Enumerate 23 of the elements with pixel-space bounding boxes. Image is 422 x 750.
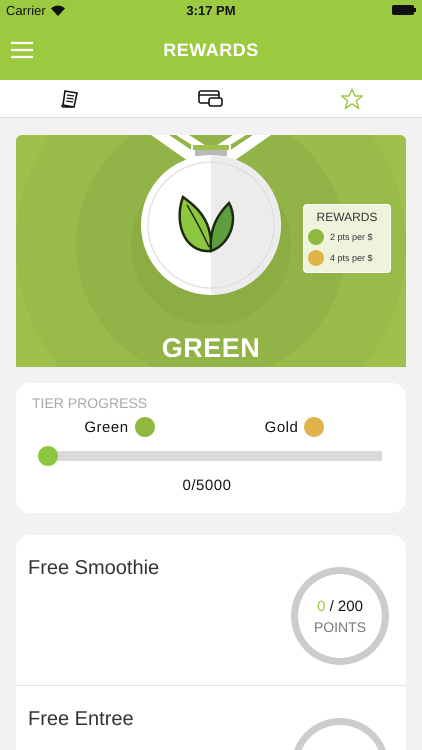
legend-title: REWARDS xyxy=(316,210,378,224)
legend-text: 2 pts per $ xyxy=(330,232,373,242)
cards-icon xyxy=(198,90,224,108)
reward-row[interactable]: Free Smoothie 0 / 200 POINTS xyxy=(16,535,406,686)
legend-text: 4 pts per $ xyxy=(330,253,373,263)
tier-name: GREEN xyxy=(162,333,260,364)
page-title: REWARDS xyxy=(162,40,260,60)
tier-label: Green xyxy=(84,418,129,436)
menu-icon xyxy=(11,41,33,59)
carrier-name: Carrier xyxy=(6,2,46,18)
receipt-icon xyxy=(60,88,80,108)
tier-label: Gold xyxy=(264,418,298,436)
clock-time: 3:17 PM xyxy=(186,2,236,18)
reward-title: Free Smoothie xyxy=(28,557,160,580)
points-count: 0 / 200 xyxy=(317,598,363,614)
star-icon xyxy=(340,88,364,110)
points-unit: POINTS xyxy=(314,618,366,634)
reward-title: Free Entree xyxy=(28,708,135,731)
reward-row[interactable]: Free Entree xyxy=(16,686,406,750)
battery-icon xyxy=(392,5,416,15)
wifi-icon xyxy=(50,4,65,16)
section-title: TIER PROGRESS xyxy=(32,395,148,411)
progress-reading: 0/5000 xyxy=(182,477,232,494)
